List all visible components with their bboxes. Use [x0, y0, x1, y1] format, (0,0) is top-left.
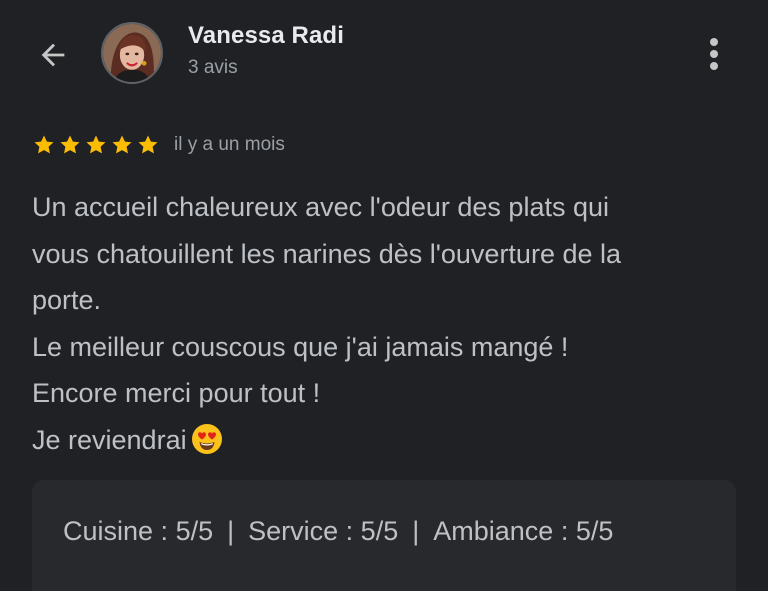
review-line: Un accueil chaleureux avec l'odeur des p…	[32, 192, 609, 222]
star-icon	[138, 135, 158, 154]
attribute-value: 5/5	[575, 516, 614, 546]
attribute-label: Cuisine	[63, 516, 154, 546]
rating-row: il y a un mois	[32, 132, 285, 158]
more-vertical-icon	[710, 38, 718, 70]
heart-eyes-emoji-icon	[191, 423, 222, 454]
review-header: Vanessa Radi 3 avis	[0, 0, 768, 110]
review-last-line: Je reviendrai	[32, 417, 732, 464]
back-button[interactable]	[30, 32, 76, 78]
attribute-value: 5/5	[360, 516, 399, 546]
review-line: porte.	[32, 285, 102, 316]
star-icon	[34, 135, 54, 154]
review-text: Un accueil chaleureux avec l'odeur des p…	[32, 184, 732, 464]
review-line: Je reviendrai	[32, 424, 187, 455]
review-line: Encore merci pour tout !	[32, 378, 321, 409]
review-line: Le meilleur couscous que j'ai jamais man…	[32, 331, 569, 362]
avatar[interactable]	[101, 22, 163, 84]
review-timestamp: il y a un mois	[174, 134, 285, 155]
arrow-back-icon	[41, 43, 65, 67]
attribute-separator: |	[227, 516, 235, 546]
more-options-button[interactable]	[696, 34, 732, 74]
review-line: vous chatouillent les narines dès l'ouve…	[32, 238, 622, 269]
attribute-value: 5/5	[175, 516, 214, 546]
reviewer-name[interactable]: Vanessa Radi	[188, 22, 344, 50]
attributes-line: Cuisine : 5/5 | Service : 5/5 | Ambiance : 5…	[63, 516, 614, 546]
star-icon	[112, 135, 132, 154]
reviewer-review-count: 3 avis	[188, 57, 238, 78]
avatar-photo	[103, 24, 161, 82]
star-icon	[60, 135, 80, 154]
attribute-label: Ambiance	[433, 516, 554, 546]
attribute-label: Service	[248, 516, 339, 546]
star-icon	[86, 135, 106, 154]
attribute-separator: |	[412, 516, 420, 546]
review-attributes: Cuisine : 5/5 | Service : 5/5 | Ambiance : 5…	[32, 480, 736, 591]
star-rating	[32, 133, 160, 157]
